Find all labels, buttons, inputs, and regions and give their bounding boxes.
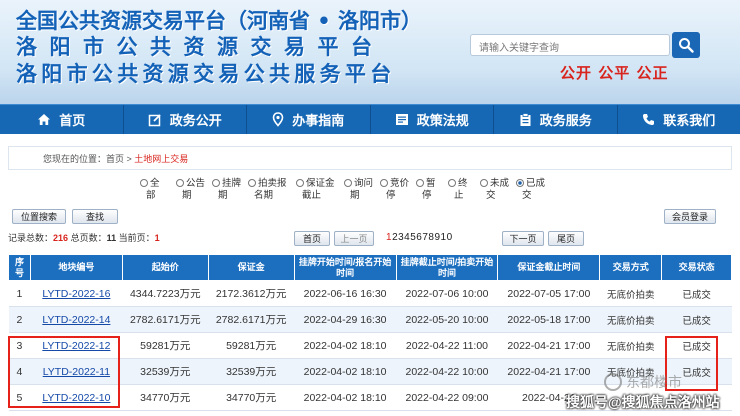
total-label: 记录总数： [8, 233, 54, 243]
breadcrumb-separator: > [124, 154, 135, 164]
nav-item-label: 政务服务 [539, 113, 592, 128]
breadcrumb: 您现在的位置：首页 > 土地网上交易 [8, 146, 732, 170]
location-search-button[interactable]: 位置搜索 [12, 209, 66, 224]
breadcrumb-current[interactable]: 土地网上交易 [134, 154, 188, 164]
watermark-dongdu: 东都楼市 [604, 372, 682, 392]
search-input[interactable]: 请输入关键字查询 [470, 34, 670, 56]
weibo-icon [604, 373, 622, 391]
page-numbers-rest[interactable]: 2345678910 [392, 232, 453, 243]
first-page-button[interactable]: 首页 [294, 231, 330, 246]
slogan: 公开 公平 公正 [560, 64, 669, 82]
nav-item-home[interactable]: 首页 [0, 105, 124, 134]
breadcrumb-home-link[interactable]: 首页 [106, 154, 124, 164]
search-button[interactable] [672, 32, 700, 58]
col-header-deposit-deadline: 保证金截止时间 [497, 254, 601, 281]
page-numbers[interactable]: 12345678910 [386, 232, 453, 243]
filter-dealt[interactable]: 已成交 [516, 178, 552, 206]
edit-icon [148, 113, 161, 126]
radio-icon [212, 179, 220, 187]
search-placeholder: 请输入关键字查询 [479, 43, 559, 54]
main-nav: 首页 政务公开 办事指南 政策法规 政务服务 联系我们 [0, 104, 740, 134]
radio-icon [248, 179, 256, 187]
col-header-start-price: 起始价 [121, 254, 209, 281]
table-row: 1 LYTD-2022-16 4344.7223万元 2172.3612万元 2… [8, 280, 732, 307]
phone-icon [643, 114, 655, 125]
filter-not-dealt[interactable]: 未成交 [480, 178, 516, 206]
site-title-line3: 洛阳市公共资源交易公共服务平台 [16, 62, 396, 86]
col-header-index: 序号 [8, 254, 31, 281]
current-label: 当前页： [118, 233, 155, 243]
plot-link[interactable]: LYTD-2022-16 [30, 280, 123, 307]
col-header-listing-start: 挂牌开始时间/报名开始时间 [293, 254, 397, 281]
nav-item-policy[interactable]: 政策法规 [371, 105, 494, 134]
site-header: 全国公共资源交易平台（河南省 • 洛阳市） 洛阳市公共资源交易平台 洛阳市公共资… [0, 0, 740, 104]
nav-item-label: 政策法规 [416, 113, 469, 128]
nav-item-contact[interactable]: 联系我们 [618, 105, 740, 134]
radio-icon [448, 179, 456, 187]
pages-label: 总页数： [70, 233, 107, 243]
last-page-button[interactable]: 尾页 [548, 231, 584, 246]
filter-terminated[interactable]: 终止 [448, 178, 480, 206]
status-filter-group: 全部 公告期 挂牌期 拍卖报 名期 保证金 截止 询问期 竞价停 暂停 终止 未成交… [140, 178, 600, 206]
site-title-line2: 洛阳市公共资源交易平台 [16, 35, 385, 59]
current-page: 1 [154, 233, 160, 243]
nav-item-label: 办事指南 [292, 113, 345, 128]
pager-row: 记录总数：216 总页数：11 当前页：1 首页 上一页 12345678910… [8, 231, 732, 247]
table-header-row: 序号 地块编号 起始价 保证金 挂牌开始时间/报名开始时间 挂牌截止时间/拍卖开… [8, 254, 732, 281]
watermark-sohu: 搜狐号@搜狐焦点洛州站 [566, 394, 720, 410]
book-icon [395, 114, 408, 125]
nav-item-label: 政务公开 [169, 113, 222, 128]
prev-page-button[interactable]: 上一页 [334, 231, 374, 246]
table-row: 2 LYTD-2022-14 2782.6171万元 2782.6171万元 2… [8, 306, 732, 333]
filter-bidding[interactable]: 竞价停 [380, 178, 416, 206]
col-header-deposit: 保证金 [207, 254, 295, 281]
nav-item-services[interactable]: 政务服务 [494, 105, 618, 134]
filter-all[interactable]: 全部 [140, 178, 176, 206]
filter-listing[interactable]: 挂牌期 [212, 178, 248, 206]
radio-icon [480, 179, 488, 187]
next-page-button[interactable]: 下一页 [502, 231, 544, 246]
member-login-button[interactable]: 会员登录 [664, 209, 716, 224]
filter-announcement[interactable]: 公告期 [176, 178, 212, 206]
radio-icon [380, 179, 388, 187]
col-header-listing-end: 挂牌截止时间/拍卖开始时间 [395, 254, 499, 281]
search-submit-button[interactable]: 查找 [72, 209, 118, 224]
total-count: 216 [53, 233, 69, 243]
home-icon [38, 114, 51, 125]
radio-icon [296, 179, 304, 187]
filter-paused[interactable]: 暂停 [416, 178, 448, 206]
nav-item-gov-affairs[interactable]: 政务公开 [124, 105, 247, 134]
radio-icon [416, 179, 424, 187]
pages-count: 11 [106, 233, 117, 243]
nav-item-guide[interactable]: 办事指南 [247, 105, 371, 134]
filter-inquiry[interactable]: 询问期 [344, 178, 380, 206]
breadcrumb-prefix: 您现在的位置： [43, 154, 107, 164]
filter-deposit-deadline[interactable]: 保证金 截止 [296, 178, 344, 206]
radio-icon [344, 179, 352, 187]
location-icon [272, 112, 284, 127]
col-header-plot-no: 地块编号 [29, 254, 123, 281]
clipboard-icon [520, 112, 531, 126]
nav-item-label: 首页 [59, 113, 86, 128]
nav-item-label: 联系我们 [663, 113, 716, 128]
radio-selected-icon [516, 179, 524, 187]
radio-icon [140, 179, 148, 187]
highlight-box-plot-numbers [8, 336, 120, 408]
col-header-method: 交易方式 [599, 254, 663, 281]
filter-auction-registration[interactable]: 拍卖报 名期 [248, 178, 296, 206]
col-header-status: 交易状态 [661, 254, 732, 281]
plot-link[interactable]: LYTD-2022-14 [30, 306, 123, 333]
search-icon [679, 38, 694, 53]
radio-icon [176, 179, 184, 187]
